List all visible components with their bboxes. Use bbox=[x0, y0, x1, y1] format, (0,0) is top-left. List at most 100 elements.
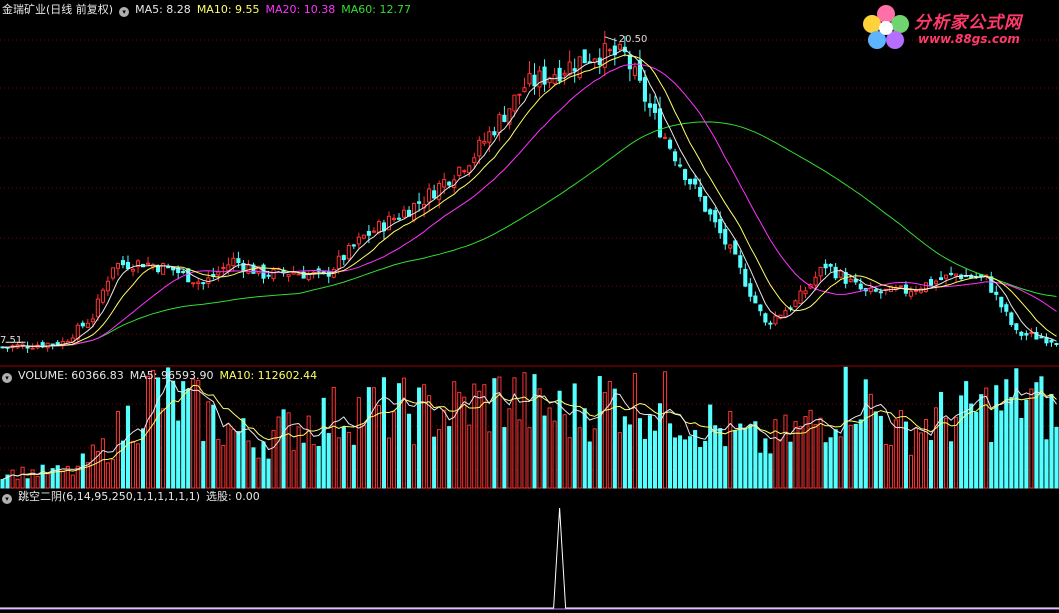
settings-icon[interactable]: ▾ bbox=[2, 373, 12, 383]
volume-label: VOLUME: 60366.83 bbox=[18, 369, 124, 382]
volume-bar bbox=[391, 411, 397, 489]
candle bbox=[672, 151, 678, 162]
volume-bar bbox=[356, 397, 361, 489]
settings-icon[interactable]: ▾ bbox=[2, 494, 12, 504]
volume-bar bbox=[246, 440, 251, 489]
candle bbox=[266, 274, 271, 277]
volume-bar bbox=[226, 423, 231, 489]
candle bbox=[798, 290, 803, 305]
volume-bar bbox=[55, 465, 60, 489]
volume-bar bbox=[176, 420, 181, 489]
candle bbox=[432, 190, 437, 199]
candle bbox=[878, 291, 883, 294]
candle bbox=[627, 54, 632, 70]
volume-bar bbox=[718, 428, 723, 489]
candle bbox=[457, 166, 462, 176]
volume-bar bbox=[798, 425, 803, 489]
volume-bar bbox=[281, 409, 286, 489]
volume-bar bbox=[301, 442, 306, 489]
volume-bar bbox=[994, 385, 999, 489]
candle bbox=[928, 279, 934, 286]
volume-bar bbox=[236, 431, 241, 489]
volume-bar bbox=[427, 395, 432, 489]
candle bbox=[191, 282, 196, 285]
volume-bar bbox=[196, 379, 201, 489]
volume-bar bbox=[251, 447, 256, 489]
volume-bar bbox=[602, 392, 607, 489]
candle bbox=[582, 49, 587, 64]
volume-bar bbox=[758, 452, 763, 489]
candle bbox=[813, 276, 818, 286]
candle bbox=[1019, 331, 1024, 336]
candle bbox=[949, 272, 954, 275]
settings-icon[interactable]: ▾ bbox=[119, 7, 130, 17]
volume-bar bbox=[1019, 417, 1024, 489]
volume-bar bbox=[502, 427, 507, 489]
candle bbox=[994, 291, 999, 295]
candle bbox=[186, 268, 191, 283]
vol-ma10-label: MA10: 112602.44 bbox=[219, 369, 318, 382]
volume-bar bbox=[848, 424, 853, 489]
candle bbox=[236, 258, 241, 264]
volume-bar bbox=[698, 447, 703, 489]
volume-bar bbox=[547, 407, 552, 489]
volume-bar bbox=[632, 372, 637, 489]
volume-bar bbox=[933, 407, 939, 489]
candle bbox=[90, 318, 95, 323]
volume-bar bbox=[778, 439, 783, 489]
volume-bar bbox=[100, 438, 105, 489]
candle bbox=[1049, 339, 1054, 343]
candle bbox=[447, 181, 452, 186]
candle bbox=[783, 310, 788, 318]
candle bbox=[933, 280, 939, 285]
candle bbox=[567, 61, 572, 76]
volume-bar bbox=[70, 474, 75, 489]
volume-bar bbox=[843, 366, 848, 489]
high-price-label: 20.50 bbox=[618, 33, 648, 45]
high-price-marker: 20.50 bbox=[619, 34, 648, 45]
volume-bar bbox=[90, 444, 95, 489]
candle bbox=[657, 108, 663, 138]
candle bbox=[341, 255, 346, 261]
watermark-title: 分析家公式网 bbox=[914, 13, 1022, 33]
volume-bar bbox=[974, 411, 979, 489]
candle bbox=[833, 266, 838, 279]
volume-bar bbox=[45, 473, 50, 489]
volume-bar bbox=[703, 440, 708, 489]
volume-bar bbox=[693, 430, 698, 489]
volume-bar bbox=[341, 426, 346, 489]
volume-bar bbox=[858, 419, 863, 489]
candle bbox=[442, 179, 447, 188]
candle bbox=[206, 277, 211, 284]
volume-bar bbox=[657, 403, 663, 489]
volume-bar bbox=[823, 442, 828, 489]
volume-bar bbox=[331, 386, 336, 489]
volume-bar bbox=[60, 470, 65, 489]
volume-bar bbox=[0, 479, 5, 489]
ma5-label: MA5: 8.28 bbox=[135, 3, 191, 16]
low-price-label: 7.51 bbox=[0, 335, 23, 347]
volume-bar bbox=[40, 464, 45, 489]
volume-bar bbox=[883, 443, 888, 489]
volume-bar bbox=[422, 384, 427, 489]
candle bbox=[753, 295, 758, 304]
volume-bar bbox=[647, 415, 653, 489]
volume-bar bbox=[969, 403, 974, 489]
volume-bar bbox=[286, 412, 291, 489]
candle bbox=[908, 291, 913, 297]
price-header: 金瑞矿业(日线 前复权) ▾ MA5: 8.28 MA10: 9.55 MA20: 10… bbox=[2, 2, 417, 18]
candle bbox=[336, 255, 341, 270]
candle bbox=[286, 273, 291, 277]
volume-bar bbox=[959, 395, 964, 489]
volume-bar bbox=[813, 424, 818, 489]
volume-bar bbox=[1014, 368, 1019, 489]
candle bbox=[231, 257, 236, 267]
candle bbox=[944, 274, 949, 279]
volume-bar bbox=[773, 419, 778, 489]
volume-bar bbox=[587, 441, 592, 489]
candle bbox=[371, 230, 376, 233]
volume-bar bbox=[336, 437, 341, 489]
volume-bar bbox=[80, 453, 85, 489]
candle bbox=[146, 262, 151, 265]
volume-bar bbox=[738, 423, 743, 489]
